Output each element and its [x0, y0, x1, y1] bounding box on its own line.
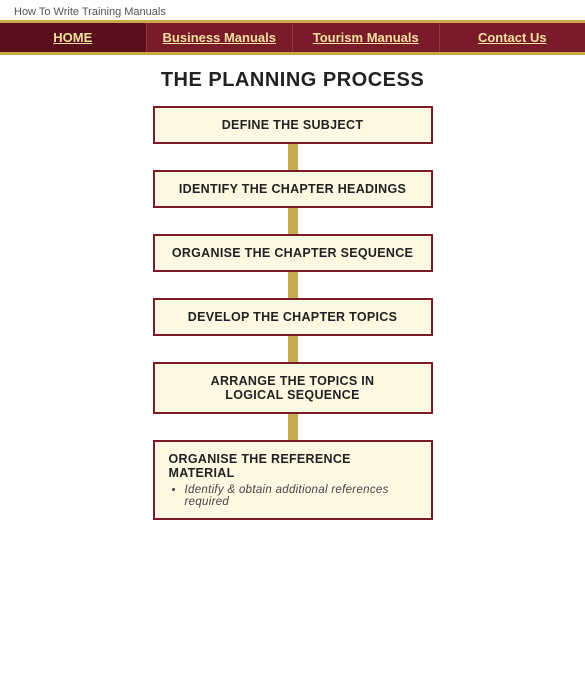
connector-1: [288, 144, 298, 170]
nav-item-home[interactable]: HOME: [0, 23, 147, 52]
flow-box-4: DEVELOP THE CHAPTER TOPICS: [153, 298, 433, 336]
bullet-item-1: Identify & obtain additional references …: [185, 484, 417, 508]
site-title: How To Write Training Manuals: [14, 6, 166, 18]
nav-item-contact[interactable]: Contact Us: [440, 23, 585, 52]
flow-box-6: ORGANISE THE REFERENCE MATERIAL Identify…: [153, 440, 433, 520]
connector-5: [288, 414, 298, 440]
flowchart: DEFINE THE SUBJECT IDENTIFY THE CHAPTER …: [30, 106, 555, 520]
main-content: THE PLANNING PROCESS DEFINE THE SUBJECT …: [0, 55, 585, 700]
navigation-bar: HOME Business Manuals Tourism Manuals Co…: [0, 20, 585, 55]
connector-2: [288, 208, 298, 234]
flow-box-2: IDENTIFY THE CHAPTER HEADINGS: [153, 170, 433, 208]
connector-4: [288, 336, 298, 362]
nav-item-business[interactable]: Business Manuals: [147, 23, 294, 52]
nav-item-tourism[interactable]: Tourism Manuals: [293, 23, 440, 52]
page: How To Write Training Manuals HOME Busin…: [0, 0, 585, 700]
page-title: THE PLANNING PROCESS: [161, 69, 424, 92]
flow-box-5-text: ARRANGE THE TOPICS INLOGICAL SEQUENCE: [211, 374, 375, 402]
flow-box-5: ARRANGE THE TOPICS INLOGICAL SEQUENCE: [153, 362, 433, 414]
top-bar: How To Write Training Manuals: [0, 0, 585, 20]
flow-box-6-bullets: Identify & obtain additional references …: [169, 484, 417, 508]
connector-3: [288, 272, 298, 298]
flow-box-6-title: ORGANISE THE REFERENCE MATERIAL: [169, 452, 417, 480]
flow-box-1: DEFINE THE SUBJECT: [153, 106, 433, 144]
flow-box-3: ORGANISE THE CHAPTER SEQUENCE: [153, 234, 433, 272]
